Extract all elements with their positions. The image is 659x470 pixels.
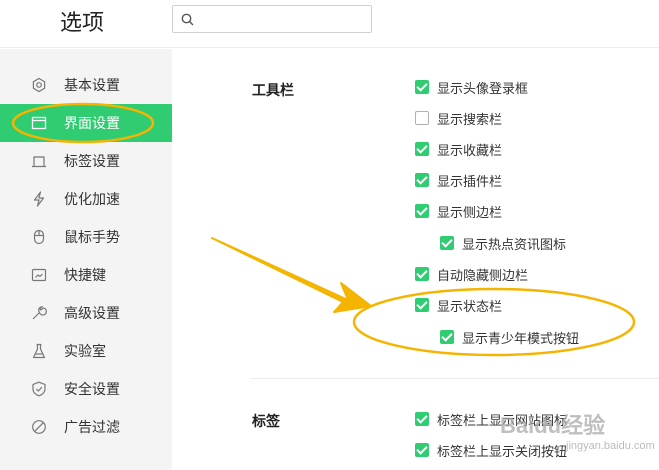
option-show-favorites-bar[interactable]: 显示收藏栏 xyxy=(415,140,502,158)
options-header: 选项 xyxy=(0,0,659,48)
sidebar-item-label: 高级设置 xyxy=(64,305,120,321)
section-title-tabs: 标签 xyxy=(252,413,280,429)
checkbox[interactable] xyxy=(415,267,429,281)
sidebar-item-lab[interactable]: 实验室 xyxy=(0,332,172,370)
gear-icon xyxy=(32,77,46,93)
sidebar-item-label: 安全设置 xyxy=(64,381,120,397)
search-icon xyxy=(181,13,194,26)
checkbox[interactable] xyxy=(415,173,429,187)
sidebar-item-basic[interactable]: 基本设置 xyxy=(0,66,172,104)
sidebar-item-label: 鼠标手势 xyxy=(64,229,120,245)
watermark-logo: Baidu经验 xyxy=(500,413,606,438)
option-show-avatar-login[interactable]: 显示头像登录框 xyxy=(415,78,528,96)
option-label: 显示插件栏 xyxy=(437,173,503,189)
option-label: 标签栏上显示关闭按钮 xyxy=(437,443,568,459)
sidebar-item-tabs[interactable]: 标签设置 xyxy=(0,142,172,180)
tab-icon xyxy=(32,156,46,168)
option-show-close-button-on-tab[interactable]: 标签栏上显示关闭按钮 xyxy=(415,441,567,459)
option-label: 显示青少年模式按钮 xyxy=(462,330,580,346)
sidebar-item-label: 快捷键 xyxy=(64,267,106,283)
option-show-plugin-bar[interactable]: 显示插件栏 xyxy=(415,171,502,189)
sidebar-item-shortcuts[interactable]: 快捷键 xyxy=(0,256,172,294)
keyboard-icon xyxy=(31,268,47,282)
checkbox[interactable] xyxy=(415,443,429,457)
sidebar-item-label: 界面设置 xyxy=(64,115,120,131)
lightning-icon xyxy=(33,191,45,207)
sidebar: 基本设置 界面设置 标签设置 优化加速 鼠标手势 快捷键 高级设置 实验室 安全… xyxy=(0,49,172,470)
checkbox[interactable] xyxy=(415,204,429,218)
checkbox[interactable] xyxy=(415,80,429,94)
checkbox[interactable] xyxy=(415,111,429,125)
option-label: 显示搜索栏 xyxy=(437,111,503,127)
shield-icon xyxy=(32,381,46,397)
option-label: 显示收藏栏 xyxy=(437,142,503,158)
checkbox[interactable] xyxy=(415,412,429,426)
watermark-url: jingyan.baidu.com xyxy=(566,440,655,452)
option-show-sidebar[interactable]: 显示侧边栏 xyxy=(415,202,502,220)
option-label: 显示头像登录框 xyxy=(437,80,529,96)
checkbox[interactable] xyxy=(440,330,454,344)
option-auto-hide-sidebar[interactable]: 自动隐藏侧边栏 xyxy=(415,265,528,283)
sidebar-item-label: 实验室 xyxy=(64,343,106,359)
sidebar-item-label: 标签设置 xyxy=(64,153,120,169)
option-show-youth-mode-button[interactable]: 显示青少年模式按钮 xyxy=(440,328,579,346)
search-box[interactable] xyxy=(172,5,372,33)
sidebar-item-advanced[interactable]: 高级设置 xyxy=(0,294,172,332)
wrench-icon xyxy=(32,306,47,320)
sidebar-item-speedup[interactable]: 优化加速 xyxy=(0,180,172,218)
option-show-status-bar[interactable]: 显示状态栏 xyxy=(415,296,502,314)
sidebar-item-adblock[interactable]: 广告过滤 xyxy=(0,408,172,446)
mouse-icon xyxy=(33,229,45,245)
window-icon xyxy=(31,116,47,130)
option-label: 显示侧边栏 xyxy=(437,204,503,220)
sidebar-item-label: 广告过滤 xyxy=(64,419,120,435)
sidebar-item-label: 优化加速 xyxy=(64,191,120,207)
block-icon xyxy=(32,420,46,434)
sidebar-item-label: 基本设置 xyxy=(64,77,120,93)
checkbox[interactable] xyxy=(440,236,454,250)
option-show-search-bar[interactable]: 显示搜索栏 xyxy=(415,109,502,127)
sidebar-item-security[interactable]: 安全设置 xyxy=(0,370,172,408)
search-input[interactable] xyxy=(199,9,367,29)
checkbox[interactable] xyxy=(415,298,429,312)
option-label: 显示状态栏 xyxy=(437,298,503,314)
section-title-toolbar: 工具栏 xyxy=(252,82,294,98)
option-label: 显示热点资讯图标 xyxy=(462,236,567,252)
flask-icon xyxy=(32,343,46,359)
sidebar-item-interface[interactable]: 界面设置 xyxy=(0,104,172,142)
page-title: 选项 xyxy=(60,10,105,35)
option-show-hot-news-icon[interactable]: 显示热点资讯图标 xyxy=(440,234,566,252)
checkbox[interactable] xyxy=(415,142,429,156)
section-divider xyxy=(250,378,659,379)
sidebar-item-mouse-gesture[interactable]: 鼠标手势 xyxy=(0,218,172,256)
option-label: 自动隐藏侧边栏 xyxy=(437,267,529,283)
